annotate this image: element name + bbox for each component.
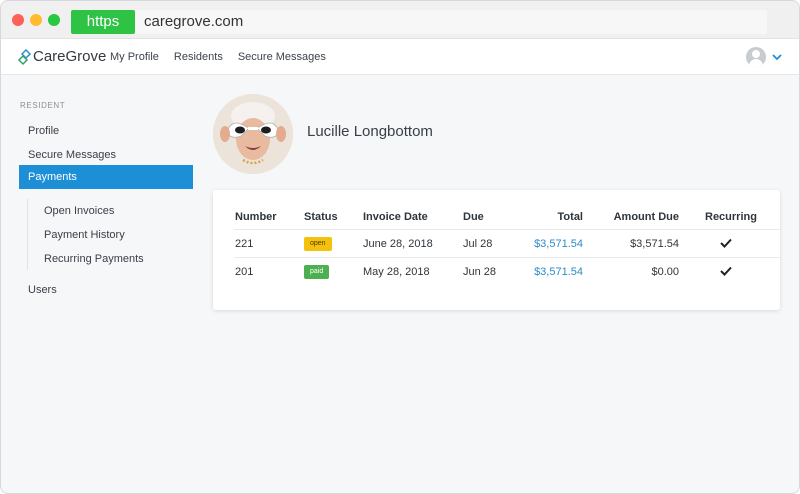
invoice-date: June 28, 2018 (363, 238, 433, 250)
resident-name: Lucille Longbottom (307, 123, 433, 140)
amount-due: $3,571.54 (630, 238, 679, 250)
column-header-amount-due: Amount Due (613, 211, 679, 223)
sidebar-subitem-recurring-payments[interactable]: Recurring Payments (44, 252, 144, 266)
invoice-total-link[interactable]: $3,571.54 (513, 266, 583, 278)
top-navigation: My Profile Residents Secure Messages (110, 39, 341, 75)
brand-name[interactable]: CareGrove (33, 39, 106, 75)
invoice-date: May 28, 2018 (363, 266, 430, 278)
invoice-number: 201 (235, 266, 254, 278)
sidebar-section-label: RESIDENT (20, 101, 66, 110)
resident-photo (213, 94, 293, 174)
table-divider (234, 229, 780, 230)
column-header-due: Due (463, 211, 484, 223)
browser-window: https caregrove.com CareGrove My Profile… (0, 0, 800, 494)
sidebar-item-profile[interactable]: Profile (19, 119, 193, 143)
maximize-window-button[interactable] (48, 14, 60, 26)
resident-avatar (213, 94, 293, 174)
column-header-number: Number (235, 211, 277, 223)
app-header: CareGrove My Profile Residents Secure Me… (1, 39, 799, 75)
nav-residents[interactable]: Residents (174, 39, 223, 75)
address-bar[interactable]: caregrove.com (135, 10, 767, 34)
sidebar-item-payments[interactable]: Payments (19, 165, 193, 189)
table-divider (234, 257, 780, 258)
sidebar-subitem-payment-history[interactable]: Payment History (44, 228, 125, 242)
column-header-status: Status (304, 211, 338, 223)
protocol-badge: https (71, 10, 135, 34)
nav-my-profile[interactable]: My Profile (110, 39, 159, 75)
checkmark-icon (720, 238, 732, 248)
chevron-down-icon[interactable] (772, 53, 782, 61)
invoices-card: Number Status Invoice Date Due Total Amo… (213, 190, 780, 310)
column-header-invoice-date: Invoice Date (363, 211, 428, 223)
user-avatar-icon[interactable] (746, 47, 766, 67)
sidebar-item-secure-messages[interactable]: Secure Messages (19, 143, 193, 167)
status-badge: paid (304, 265, 330, 279)
sidebar-subitem-open-invoices[interactable]: Open Invoices (44, 204, 114, 218)
checkmark-icon (720, 266, 732, 276)
minimize-window-button[interactable] (30, 14, 42, 26)
address-url: caregrove.com (144, 13, 244, 30)
nav-secure-messages[interactable]: Secure Messages (238, 39, 326, 75)
invoice-number: 221 (235, 238, 254, 250)
due-date: Jul 28 (463, 238, 493, 250)
invoice-total-link[interactable]: $3,571.54 (513, 238, 583, 250)
status-badge: open (304, 237, 332, 251)
amount-due: $0.00 (651, 266, 679, 278)
submenu-divider (27, 199, 28, 270)
due-date: Jun 28 (463, 266, 497, 278)
sidebar-item-users[interactable]: Users (19, 278, 193, 302)
browser-toolbar: https caregrove.com (1, 1, 799, 39)
sidebar: RESIDENT Profile Secure Messages Payment… (1, 75, 201, 493)
close-window-button[interactable] (12, 14, 24, 26)
column-header-recurring: Recurring (705, 211, 757, 223)
column-header-total: Total (557, 211, 583, 223)
